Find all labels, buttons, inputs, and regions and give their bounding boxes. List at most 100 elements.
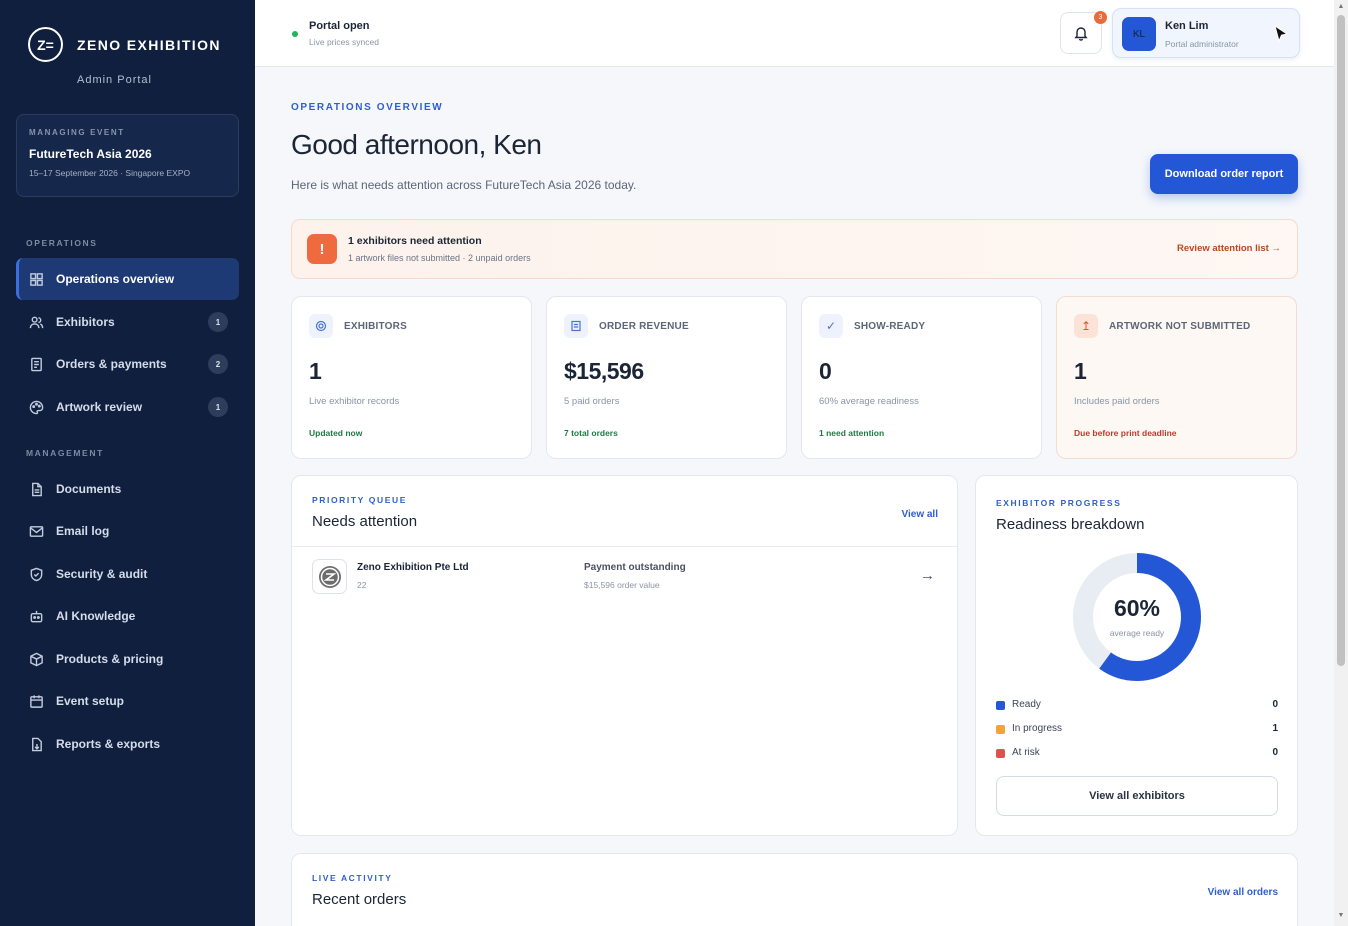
stat-label: EXHIBITORS	[344, 321, 407, 332]
sidebar: Z= ZENO EXHIBITION Admin Portal MANAGING…	[0, 0, 255, 926]
calendar-icon	[28, 693, 44, 709]
stat-card-exhibitors[interactable]: EXHIBITORS 1 Live exhibitor records Upda…	[291, 296, 532, 459]
legend-swatch	[996, 749, 1005, 758]
panel-eyebrow: EXHIBITOR PROGRESS	[996, 498, 1122, 508]
stat-footer: Updated now	[309, 428, 363, 438]
stat-value: $15,596	[564, 358, 644, 384]
scroll-down-icon[interactable]: ▼	[1337, 912, 1345, 919]
sidebar-item-orders-payments[interactable]: Orders & payments 2	[16, 343, 239, 385]
sidebar-item-exhibitors[interactable]: Exhibitors 1	[16, 301, 239, 343]
stat-detail: Live exhibitor records	[309, 396, 400, 407]
brand-name: ZENO EXHIBITION	[77, 36, 221, 53]
mouse-cursor-icon	[1270, 24, 1292, 51]
user-menu[interactable]: KL Ken Lim Portal administrator	[1112, 8, 1300, 58]
stat-card-show-ready[interactable]: ✓ SHOW-READY 0 60% average readiness 1 n…	[801, 296, 1042, 459]
sidebar-item-products-pricing[interactable]: Products & pricing	[16, 638, 239, 680]
stat-footer: 7 total orders	[564, 428, 618, 438]
review-attention-list-link[interactable]: Review attention list →	[1177, 243, 1281, 254]
event-card[interactable]: MANAGING EVENT FutureTech Asia 2026 15–1…	[16, 114, 239, 197]
sidebar-item-security-audit[interactable]: Security & audit	[16, 553, 239, 595]
sidebar-item-documents[interactable]: Documents	[16, 468, 239, 510]
count-badge: 1	[208, 397, 228, 417]
recent-orders-panel: LIVE ACTIVITY Recent orders View all ord…	[291, 853, 1298, 926]
legend-label: Ready	[1012, 699, 1041, 710]
event-card-label: MANAGING EVENT	[29, 128, 125, 137]
portal-status: Portal open	[309, 20, 370, 32]
page-title: Good afternoon, Ken	[291, 129, 542, 160]
readiness-panel: EXHIBITOR PROGRESS Readiness breakdown 6…	[975, 475, 1298, 836]
panel-title: Needs attention	[312, 513, 418, 530]
panel-title: Readiness breakdown	[996, 516, 1145, 533]
legend-count: 0	[1272, 699, 1278, 710]
sidebar-item-reports-exports[interactable]: Reports & exports	[16, 723, 239, 765]
section-label-management: MANAGEMENT	[26, 448, 104, 458]
page-scrollbar[interactable]: ▲ ▼	[1334, 0, 1348, 926]
upload-icon: ↥	[1074, 314, 1098, 338]
legend-label: At risk	[1012, 747, 1040, 758]
sidebar-item-ai-knowledge[interactable]: AI Knowledge	[16, 595, 239, 637]
view-all-orders-link[interactable]: View all orders	[1208, 887, 1278, 898]
view-all-exhibitors-button[interactable]: View all exhibitors	[996, 776, 1278, 816]
user-name: Ken Lim	[1165, 20, 1209, 32]
event-dates: 15–17 September 2026 · Singapore EXPO	[29, 168, 191, 178]
sidebar-item-email-log[interactable]: Email log	[16, 510, 239, 552]
row-order-value: $15,596 order value	[584, 580, 660, 590]
sidebar-item-label: Products & pricing	[56, 652, 164, 666]
shield-icon	[28, 566, 44, 582]
bot-icon	[28, 608, 44, 624]
notifications-button[interactable]: 3	[1060, 11, 1107, 54]
company-logo-icon	[312, 559, 347, 594]
stat-detail: 60% average readiness	[819, 396, 919, 407]
sidebar-item-event-setup[interactable]: Event setup	[16, 680, 239, 722]
document-icon	[28, 481, 44, 497]
count-badge: 1	[208, 312, 228, 332]
legend-count: 0	[1272, 747, 1278, 758]
sidebar-item-label: Security & audit	[56, 567, 148, 581]
stat-value: 0	[819, 358, 832, 384]
legend-swatch	[996, 725, 1005, 734]
panel-eyebrow: PRIORITY QUEUE	[312, 495, 407, 505]
brand[interactable]: Z= ZENO EXHIBITION	[28, 27, 221, 62]
grid-icon	[28, 271, 44, 287]
scrollbar-thumb[interactable]	[1337, 15, 1345, 666]
row-status: Payment outstanding	[584, 562, 686, 573]
page-subtitle: Here is what needs attention across Futu…	[291, 178, 637, 192]
sidebar-item-label: Artwork review	[56, 400, 143, 414]
panel-eyebrow: LIVE ACTIVITY	[312, 873, 393, 883]
sidebar-item-label: Event setup	[56, 694, 125, 708]
sidebar-item-label: Reports & exports	[56, 737, 161, 751]
readiness-caption: average ready	[1109, 628, 1165, 638]
stat-footer: 1 need attention	[819, 428, 885, 438]
mail-icon	[28, 523, 44, 539]
legend-swatch	[996, 701, 1005, 710]
stat-detail: 5 paid orders	[564, 396, 620, 407]
target-icon	[309, 314, 333, 338]
sidebar-item-label: AI Knowledge	[56, 609, 136, 623]
status-dot	[292, 31, 298, 37]
attention-alert: ! 1 exhibitors need attention 1 artwork …	[291, 219, 1298, 279]
check-icon: ✓	[819, 314, 843, 338]
sidebar-item-operations-overview[interactable]: Operations overview	[16, 258, 239, 300]
arrow-right-icon[interactable]: →	[920, 567, 935, 584]
topbar: Portal open Live prices synced 3 KL Ken …	[255, 0, 1334, 67]
zeno-logo-icon: Z=	[28, 27, 63, 62]
package-icon	[28, 651, 44, 667]
notification-count-badge: 3	[1094, 11, 1107, 24]
stat-card-order-revenue[interactable]: ORDER REVENUE $15,596 5 paid orders 7 to…	[546, 296, 787, 459]
legend-label: In progress	[1012, 723, 1063, 734]
sidebar-item-artwork-review[interactable]: Artwork review 1	[16, 386, 239, 428]
legend-item-in-progress: In progress 1	[996, 722, 1278, 738]
scroll-up-icon[interactable]: ▲	[1337, 3, 1345, 10]
priority-queue-panel: PRIORITY QUEUE Needs attention View all …	[291, 475, 958, 836]
receipt-icon	[28, 356, 44, 372]
main-content: OPERATIONS OVERVIEW Good afternoon, Ken …	[255, 67, 1334, 926]
download-order-report-button[interactable]: Download order report	[1150, 154, 1298, 194]
legend-item-ready: Ready 0	[996, 698, 1278, 714]
readiness-percent: 60%	[1113, 595, 1161, 621]
sidebar-item-label: Operations overview	[56, 272, 175, 286]
stat-card-artwork-not-submitted[interactable]: ↥ ARTWORK NOT SUBMITTED 1 Includes paid …	[1056, 296, 1297, 459]
view-all-link[interactable]: View all	[901, 509, 938, 520]
divider	[292, 546, 957, 547]
brand-subtitle: Admin Portal	[77, 74, 152, 86]
page-eyebrow: OPERATIONS OVERVIEW	[291, 102, 444, 113]
